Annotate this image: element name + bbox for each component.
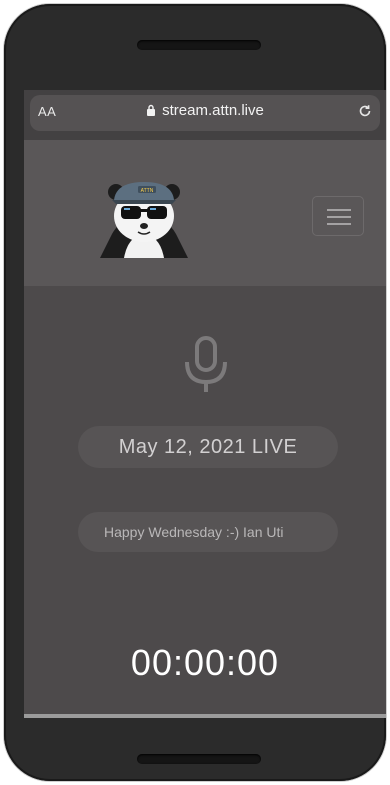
lock-icon (147, 104, 156, 116)
logo-text: ATTN (141, 188, 154, 194)
browser-address-bar: AA stream.attn.live (24, 90, 386, 140)
site-header: ATTN (24, 140, 386, 286)
phone-speaker-top (137, 40, 261, 50)
microphone-icon[interactable] (183, 336, 229, 394)
date-live-badge: May 12, 2021 LIVE (78, 426, 338, 468)
stream-timer: 00:00:00 (130, 642, 280, 683)
phone-speaker-bottom (137, 754, 261, 764)
menu-button[interactable] (312, 196, 364, 236)
message-field[interactable]: Happy Wednesday :-) Ian Uti (78, 512, 338, 552)
url-text: stream.attn.live (162, 102, 264, 119)
hamburger-icon (327, 209, 351, 211)
screen-bottom-edge (24, 714, 386, 718)
screen: AA stream.attn.live ATTN May 12, 2021 LI… (24, 90, 386, 718)
panda-logo[interactable]: ATTN (94, 176, 194, 262)
hamburger-icon-line (327, 216, 351, 218)
hamburger-icon-line (327, 223, 351, 225)
phone-frame: AA stream.attn.live ATTN May 12, 2021 LI… (4, 4, 386, 781)
url-display[interactable]: stream.attn.live (24, 102, 386, 119)
reload-icon[interactable] (358, 104, 372, 118)
